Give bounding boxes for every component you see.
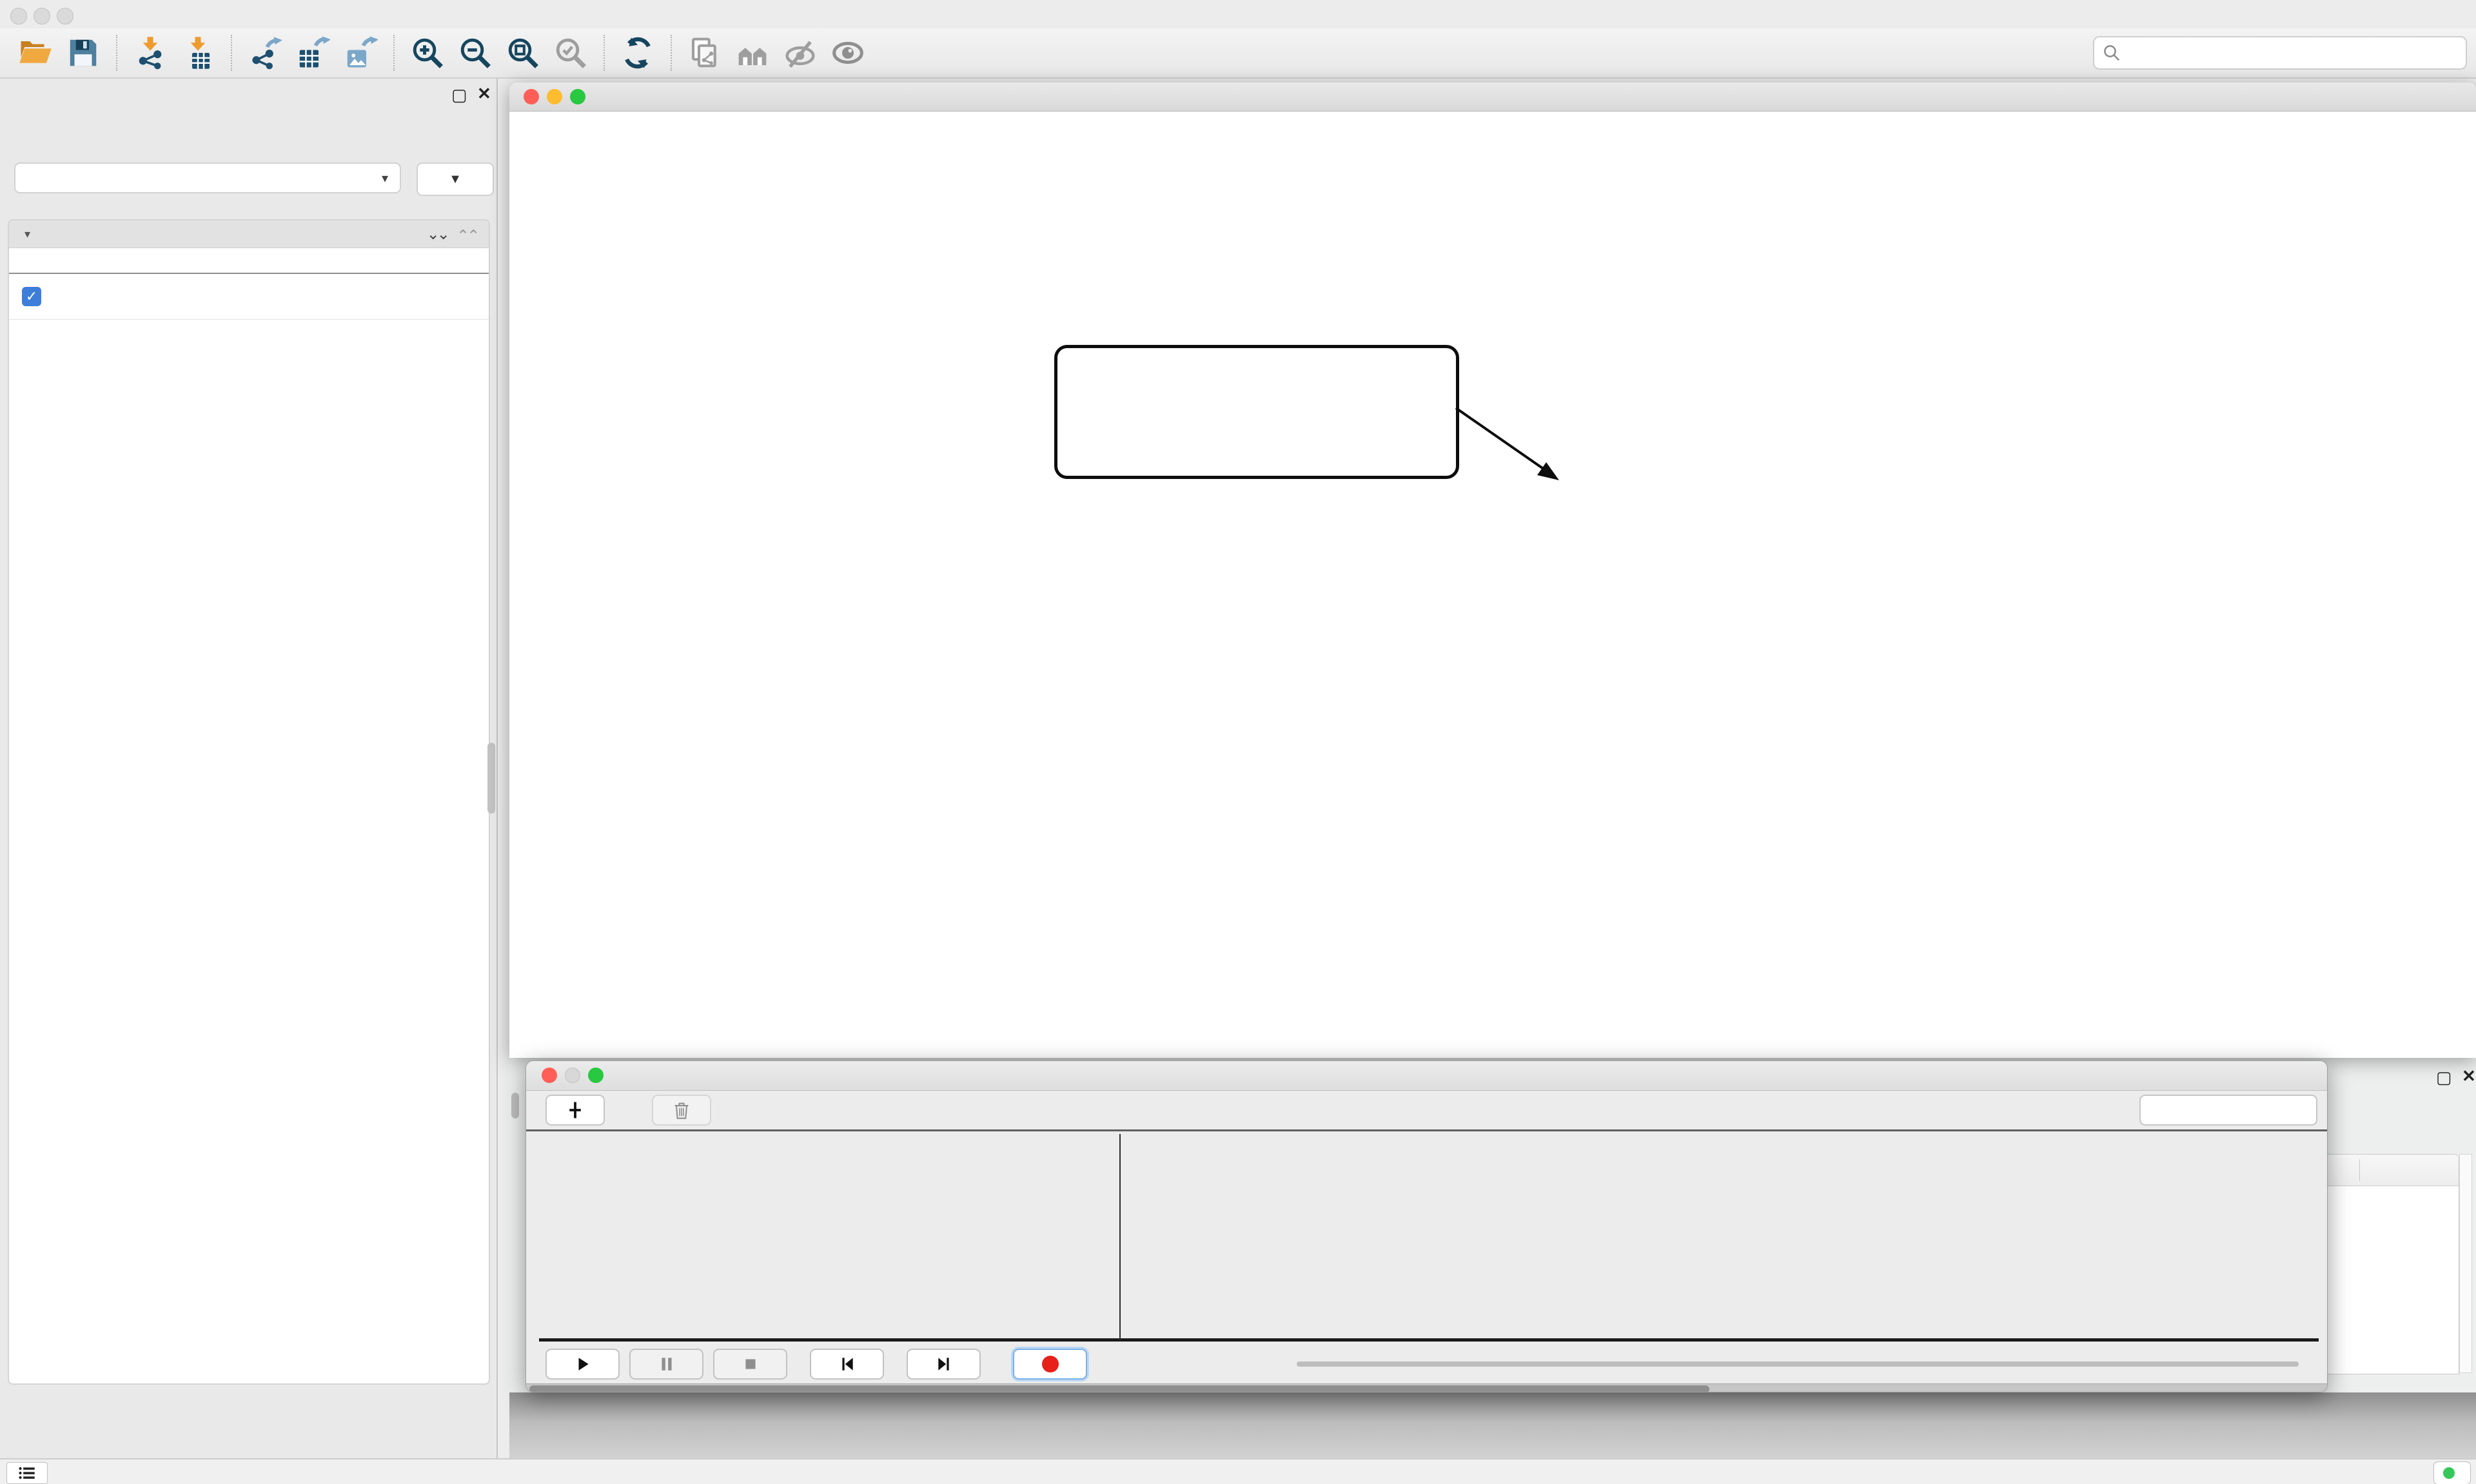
copy-view-icon: [687, 35, 722, 70]
toolbar-separator: [116, 35, 117, 71]
hide-selected-eye-icon: [783, 35, 818, 70]
toolbar-separator: [231, 35, 232, 71]
annotation-box[interactable]: [1054, 345, 1459, 479]
zoom-window-button[interactable]: [588, 1068, 604, 1083]
cyanimator-titlebar[interactable]: [526, 1061, 2327, 1091]
search-input[interactable]: [2121, 43, 2458, 63]
export-image-icon[interactable]: [343, 35, 378, 70]
float-panel-icon[interactable]: ▢: [451, 86, 467, 103]
play-icon: [575, 1356, 591, 1372]
cyanimator-toolbar: [526, 1091, 2327, 1129]
window-minimize-button[interactable]: [34, 8, 50, 24]
chevron-down-icon[interactable]: ▾: [25, 228, 30, 241]
zoom-in-icon[interactable]: [410, 35, 445, 70]
show-all-eye-icon: [830, 35, 865, 70]
search-box[interactable]: [2093, 36, 2467, 70]
toolbar-separator: [393, 35, 395, 71]
timeline-scrollbar-thumb[interactable]: [529, 1385, 1709, 1392]
skip-to-start-button[interactable]: [810, 1349, 884, 1380]
close-window-button[interactable]: [542, 1068, 557, 1083]
play-button[interactable]: [545, 1349, 620, 1380]
timeline-playhead[interactable]: [1119, 1134, 1121, 1340]
lock-size-checkbox[interactable]: ✓: [22, 287, 41, 306]
clear-all-frames-button[interactable]: [2139, 1095, 2317, 1126]
properties-columns: [9, 248, 489, 274]
pause-icon: [658, 1356, 675, 1372]
pause-button[interactable]: [629, 1349, 703, 1380]
timeline-scrollbar[interactable]: [526, 1383, 2327, 1392]
cyanimator-window: [526, 1060, 2328, 1392]
properties-panel: ▾ ⌄⌄ ⌄⌄ ✓: [8, 219, 490, 1385]
style-options-button[interactable]: ▼: [417, 162, 494, 196]
skip-to-start-icon: [839, 1356, 856, 1372]
minimize-window-button[interactable]: [547, 89, 562, 104]
search-icon: [2102, 43, 2121, 63]
export-table-icon[interactable]: [295, 35, 330, 70]
list-icon: [18, 1465, 36, 1481]
network-window-titlebar[interactable]: [509, 83, 2476, 112]
trash-icon: [673, 1100, 691, 1120]
stop-button[interactable]: [713, 1349, 787, 1380]
table-panel-footer: [509, 1392, 2476, 1458]
toolbar-separator: [604, 35, 605, 71]
zoom-selected-icon: [553, 35, 588, 70]
close-panel-icon[interactable]: ✕: [2462, 1068, 2476, 1084]
animation-speed-slider[interactable]: [1297, 1362, 2299, 1367]
close-panel-icon[interactable]: ✕: [477, 85, 491, 102]
task-history-button[interactable]: [6, 1462, 48, 1484]
collapse-all-icon[interactable]: ⌄⌄: [459, 225, 480, 244]
style-select-combo[interactable]: ▾: [14, 162, 401, 193]
status-bar: [0, 1458, 2476, 1484]
node-table-header: [2322, 1155, 2459, 1186]
table-scrollbar[interactable]: [2459, 1154, 2472, 1373]
add-frame-button[interactable]: [545, 1095, 605, 1126]
properties-header: ▾ ⌄⌄ ⌄⌄: [9, 220, 489, 248]
delete-frame-button[interactable]: [652, 1095, 711, 1126]
import-table-icon[interactable]: [181, 35, 215, 70]
open-session-icon[interactable]: [18, 35, 53, 70]
zoom-fit-icon[interactable]: [506, 35, 540, 70]
network-view-window: [509, 83, 2476, 1057]
column-divider[interactable]: [2359, 1159, 2360, 1181]
chevron-down-icon: ▾: [382, 170, 388, 186]
save-session-icon[interactable]: [66, 35, 101, 70]
network-canvas[interactable]: [509, 112, 2476, 1058]
window-close-button[interactable]: [10, 8, 27, 24]
skip-to-end-icon: [936, 1356, 952, 1372]
memory-status-icon: [2443, 1467, 2455, 1479]
import-network-icon[interactable]: [133, 35, 168, 70]
network-edges: [509, 112, 2476, 1058]
table-scrollbar-thumb[interactable]: [511, 1093, 519, 1118]
expand-all-icon[interactable]: ⌄⌄: [427, 225, 447, 244]
cyanimator-controls: [526, 1346, 2327, 1383]
zoom-out-icon[interactable]: [458, 35, 493, 70]
float-panel-icon[interactable]: ▢: [2436, 1069, 2452, 1086]
skip-to-end-button[interactable]: [907, 1349, 981, 1380]
node-table: [2321, 1154, 2459, 1374]
control-panel-scrollbar[interactable]: [487, 743, 495, 814]
memory-button[interactable]: [2433, 1461, 2471, 1484]
cyanimator-timeline[interactable]: [526, 1131, 2327, 1346]
minimize-window-button[interactable]: [565, 1068, 580, 1083]
cytoscape-app: ▢ ✕ ▾ ▼ ▾ ⌄⌄ ⌄⌄ ✓: [0, 0, 2476, 1484]
refresh-icon[interactable]: [620, 35, 655, 70]
lock-size-row: ✓: [9, 274, 489, 320]
zoom-window-button[interactable]: [570, 89, 585, 104]
record-icon: [1042, 1356, 1059, 1372]
close-window-button[interactable]: [524, 89, 539, 104]
record-button[interactable]: [1013, 1349, 1087, 1380]
toolbar-separator: [671, 35, 672, 71]
control-panel: ▢ ✕ ▾ ▼ ▾ ⌄⌄ ⌄⌄ ✓: [0, 79, 498, 1458]
stop-icon: [742, 1356, 759, 1372]
window-zoom-button[interactable]: [57, 8, 74, 24]
chevron-down-icon: ▼: [449, 172, 462, 187]
export-network-icon[interactable]: [248, 35, 282, 70]
timeline-ruler: [539, 1338, 2319, 1342]
annotation-arrow: [1451, 400, 1599, 510]
plus-icon: [565, 1100, 585, 1120]
first-neighbors-icon: [735, 35, 770, 70]
